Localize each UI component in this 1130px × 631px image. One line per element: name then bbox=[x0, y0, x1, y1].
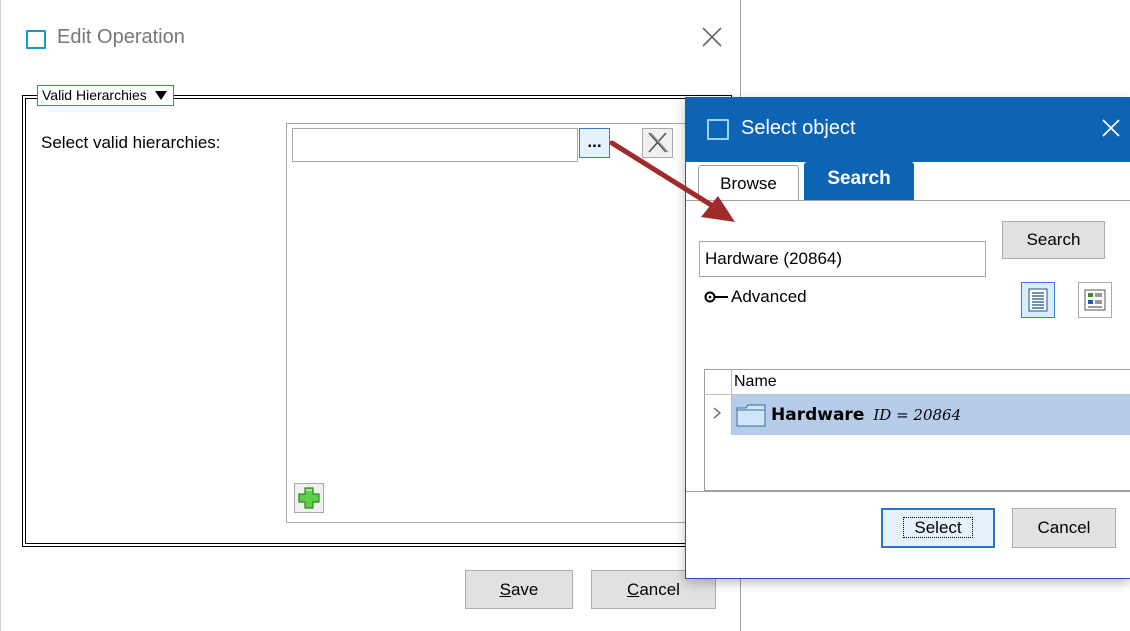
dialog-title: Edit Operation bbox=[57, 26, 185, 48]
column-header-name[interactable]: Name bbox=[732, 369, 1130, 395]
result-row[interactable]: Hardware ID = 20864 bbox=[732, 395, 1130, 435]
caret-down-icon bbox=[154, 91, 167, 100]
clear-button[interactable] bbox=[642, 128, 673, 158]
details-view-icon bbox=[1084, 289, 1106, 311]
folder-icon bbox=[735, 402, 767, 428]
window-icon bbox=[26, 30, 46, 49]
list-view-icon bbox=[1028, 288, 1048, 312]
browse-button[interactable]: ... bbox=[579, 128, 610, 158]
add-hierarchy-button[interactable] bbox=[294, 483, 324, 513]
key-icon bbox=[704, 290, 730, 304]
save-button[interactable]: Save bbox=[465, 570, 573, 609]
edit-operation-dialog: Edit Operation Valid Hierarchies Select … bbox=[0, 0, 741, 631]
result-id: ID = 20864 bbox=[873, 406, 962, 424]
select-object-dialog: Select object Browse Search Hardware (20… bbox=[685, 97, 1130, 579]
search-button[interactable]: Search bbox=[1002, 221, 1105, 259]
plus-icon bbox=[298, 487, 320, 509]
details-view-button[interactable] bbox=[1078, 282, 1112, 318]
tab-browse[interactable]: Browse bbox=[698, 165, 799, 200]
cancel-button[interactable]: Cancel bbox=[1012, 508, 1116, 548]
group-header-dropdown[interactable]: Valid Hierarchies bbox=[37, 85, 174, 106]
advanced-label: Advanced bbox=[731, 287, 807, 306]
hierarchies-label: Select valid hierarchies: bbox=[41, 133, 221, 152]
dialog-title: Select object bbox=[741, 117, 856, 139]
window-icon bbox=[707, 119, 729, 140]
advanced-toggle[interactable]: Advanced bbox=[704, 287, 807, 307]
search-input[interactable]: Hardware (20864) bbox=[699, 241, 986, 277]
chevron-right-icon[interactable] bbox=[711, 405, 723, 421]
list-view-button[interactable] bbox=[1021, 282, 1055, 318]
clear-icon bbox=[648, 132, 669, 153]
hierarchies-list bbox=[286, 123, 696, 523]
footer-divider bbox=[686, 491, 1130, 492]
select-button[interactable]: Select bbox=[881, 508, 995, 548]
close-icon[interactable] bbox=[699, 24, 725, 50]
hierarchy-field[interactable] bbox=[292, 128, 578, 162]
group-header-label: Valid Hierarchies bbox=[42, 87, 147, 103]
close-icon[interactable] bbox=[1100, 117, 1122, 139]
title-bar: Select object bbox=[686, 98, 1130, 162]
header-gutter bbox=[704, 369, 732, 395]
tab-search[interactable]: Search bbox=[804, 162, 914, 200]
result-name: Hardware bbox=[771, 405, 865, 425]
